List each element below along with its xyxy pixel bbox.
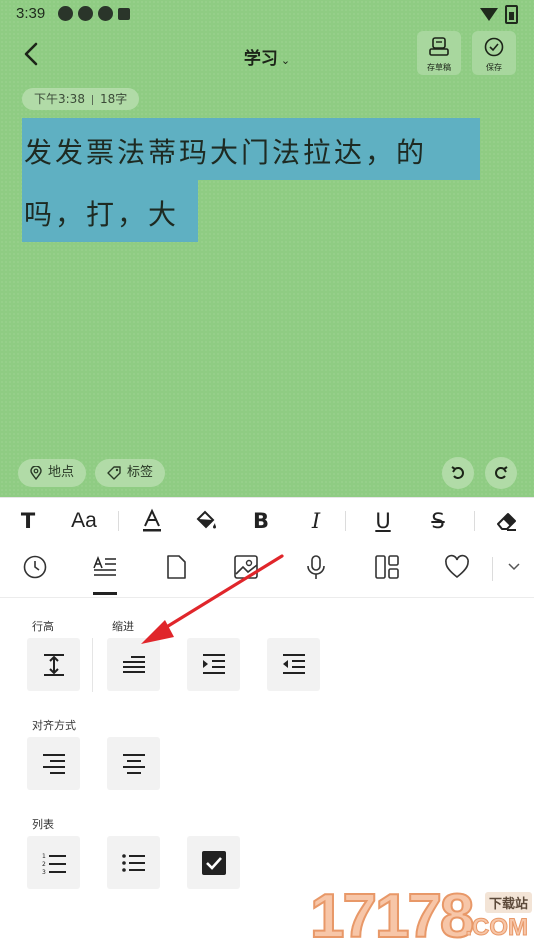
chevron-down-icon: [508, 563, 520, 571]
indent-increase-icon: [202, 653, 225, 674]
notification-icon: [118, 8, 130, 20]
section-label-align: 对齐方式: [32, 719, 76, 732]
clock-icon: [23, 555, 47, 579]
italic-icon[interactable]: I: [301, 506, 331, 536]
paint-bucket-icon: [196, 510, 216, 529]
tab-paragraph[interactable]: [91, 554, 119, 582]
align-center-icon: [122, 753, 145, 774]
tab-layout[interactable]: [373, 554, 401, 582]
line-height-icon: [43, 653, 64, 676]
bold-icon[interactable]: B: [246, 506, 276, 536]
line-height-button[interactable]: [27, 638, 80, 691]
tool-tabs: [0, 542, 534, 598]
layout-icon: [375, 555, 399, 579]
note-meta-badge: 下午3:38 18字: [22, 88, 140, 110]
expand-tabs-button[interactable]: [500, 554, 528, 582]
section-label-indent: 缩进: [112, 620, 134, 633]
format-toolbar: T Aa B I U S: [0, 497, 534, 543]
heart-icon: [445, 554, 469, 579]
notification-icons: [58, 6, 130, 21]
note-time: 下午3:38: [34, 92, 85, 106]
indent-first-line-button[interactable]: [107, 638, 160, 691]
notebook-title: 学习: [243, 49, 278, 69]
site-watermark: 17178 下载站 .COM: [308, 883, 534, 951]
status-time: 3:39: [16, 5, 46, 22]
char-count: 18字: [99, 92, 128, 106]
note-line: 吗，打，大: [22, 180, 492, 242]
font-color-icon: [143, 508, 161, 532]
font-color-button[interactable]: [137, 506, 167, 536]
bullet-list-button[interactable]: [107, 836, 160, 889]
redo-icon: [495, 466, 508, 479]
image-icon: [234, 555, 258, 579]
bullet-list-icon: [121, 853, 145, 872]
align-right-button[interactable]: [27, 737, 80, 790]
align-right-icon: [42, 753, 65, 774]
wifi-icon: [480, 8, 498, 21]
save-button[interactable]: 保存: [472, 31, 516, 75]
svg-text:1: 1: [42, 853, 46, 860]
numbered-list-button[interactable]: 1 2 3: [27, 836, 80, 889]
check-circle-icon: [484, 37, 504, 57]
notification-icon: [98, 6, 113, 21]
svg-text:3: 3: [42, 869, 46, 876]
battery-icon: [505, 5, 518, 24]
section-label-line-height: 行高: [32, 620, 54, 633]
section-label-list: 列表: [32, 818, 54, 831]
tag-chip[interactable]: 标签: [95, 459, 166, 487]
eraser-icon: [497, 513, 516, 531]
align-center-button[interactable]: [107, 737, 160, 790]
redo-button[interactable]: [485, 457, 517, 489]
first-line-indent-icon: [122, 655, 145, 673]
underline-icon[interactable]: U: [368, 506, 398, 536]
tab-history[interactable]: [21, 554, 49, 582]
decrease-indent-button[interactable]: [267, 638, 320, 691]
microphone-icon: [307, 555, 325, 579]
checklist-button[interactable]: [187, 836, 240, 889]
clear-format-button[interactable]: [492, 506, 522, 536]
undo-icon: [451, 466, 464, 479]
strikethrough-icon[interactable]: S: [423, 506, 453, 536]
note-line: 发发票法蒂玛大门法拉达，的: [22, 118, 492, 180]
notification-icon: [58, 6, 73, 21]
tag-icon: [107, 466, 121, 480]
draft-icon: [429, 37, 449, 56]
increase-indent-button[interactable]: [187, 638, 240, 691]
checkbox-icon: [201, 850, 226, 875]
tab-image[interactable]: [232, 554, 260, 582]
undo-button[interactable]: [442, 457, 474, 489]
page-icon: [167, 555, 186, 579]
font-size-icon[interactable]: Aa: [68, 506, 100, 536]
highlight-button[interactable]: [191, 506, 221, 536]
save-draft-button[interactable]: 存草稿: [417, 31, 461, 75]
chevron-down-icon: ⌄: [280, 54, 291, 67]
indent-decrease-icon: [282, 653, 305, 674]
note-body[interactable]: 发发票法蒂玛大门法拉达，的 吗，打，大: [22, 118, 492, 242]
paragraph-format-icon: [93, 555, 116, 576]
location-chip[interactable]: 地点: [18, 459, 87, 487]
tab-template[interactable]: [162, 554, 190, 582]
text-style-icon[interactable]: T: [13, 506, 43, 536]
active-tab-indicator: [93, 592, 117, 595]
numbered-list-icon: 1 2 3: [42, 853, 66, 876]
tab-voice[interactable]: [302, 554, 330, 582]
tab-favorite[interactable]: [443, 554, 471, 582]
location-pin-icon: [30, 466, 42, 480]
svg-text:2: 2: [42, 861, 46, 868]
status-bar: 3:39: [0, 0, 534, 28]
notification-icon: [78, 6, 93, 21]
